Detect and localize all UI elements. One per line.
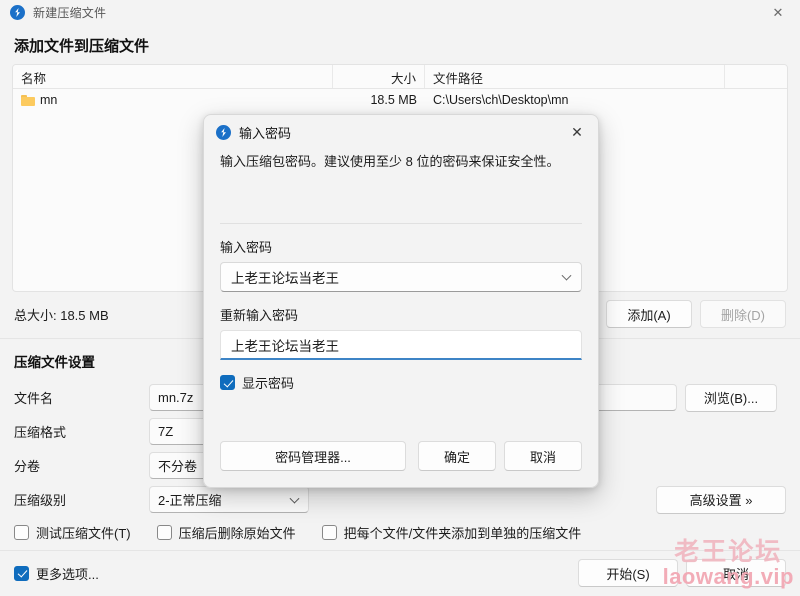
cell-size: 18.5 MB [333, 93, 425, 107]
browse-button[interactable]: 浏览(B)... [685, 384, 777, 412]
show-password-label: 显示密码 [242, 373, 294, 392]
checkbox-icon [322, 525, 337, 540]
checkbox-icon [157, 525, 172, 540]
password-label: 输入密码 [220, 237, 582, 256]
checkbox-separate-archives[interactable]: 把每个文件/文件夹添加到单独的压缩文件 [322, 523, 582, 542]
dialog-titlebar: 输入密码 ✕ [204, 115, 598, 149]
column-header-size[interactable]: 大小 [333, 65, 425, 88]
compression-level-select[interactable]: 2-正常压缩 [149, 486, 309, 513]
dialog-description: 输入压缩包密码。建议使用至少 8 位的密码来保证安全性。 [220, 151, 582, 170]
label-filename: 文件名 [14, 388, 149, 407]
dialog-body: 输入压缩包密码。建议使用至少 8 位的密码来保证安全性。 输入密码 上老王论坛当… [204, 149, 598, 487]
more-options-label: 更多选项... [36, 564, 99, 583]
label-volume: 分卷 [14, 456, 149, 475]
window-titlebar: 新建压缩文件 ✕ [0, 0, 800, 25]
column-header-extra[interactable] [725, 65, 787, 88]
file-list-header: 名称 大小 文件路径 [13, 65, 787, 89]
ok-button[interactable]: 确定 [418, 441, 496, 471]
options-checkbox-row: 测试压缩文件(T) 压缩后删除原始文件 把每个文件/文件夹添加到单独的压缩文件 [0, 517, 800, 550]
delete-button: 删除(D) [700, 300, 786, 328]
dialog-title: 输入密码 [239, 123, 291, 142]
start-button[interactable]: 开始(S) [578, 559, 678, 587]
dialog-button-row: 密码管理器... 确定 取消 [220, 441, 582, 487]
dialog-separator [220, 223, 582, 224]
folder-icon [21, 95, 35, 106]
file-name-text: mn [40, 93, 57, 107]
advanced-settings-button[interactable]: 高级设置 » [656, 486, 786, 514]
password-manager-button[interactable]: 密码管理器... [220, 441, 406, 471]
checkbox-icon [220, 375, 235, 390]
password-dialog: 输入密码 ✕ 输入压缩包密码。建议使用至少 8 位的密码来保证安全性。 输入密码… [203, 114, 599, 488]
confirm-password-label: 重新输入密码 [220, 305, 582, 324]
cell-path: C:\Users\ch\Desktop\mn [425, 93, 725, 107]
column-header-path[interactable]: 文件路径 [425, 65, 725, 88]
checkbox-label: 压缩后删除原始文件 [179, 523, 296, 542]
close-icon[interactable]: ✕ [556, 115, 598, 149]
archive-app-icon [10, 5, 25, 20]
checkbox-label: 把每个文件/文件夹添加到单独的压缩文件 [344, 523, 582, 542]
checkbox-more-options[interactable]: 更多选项... [14, 564, 99, 583]
close-icon[interactable]: ✕ [756, 0, 800, 25]
table-row[interactable]: mn 18.5 MB C:\Users\ch\Desktop\mn [13, 89, 787, 110]
column-header-name[interactable]: 名称 [13, 65, 333, 88]
password-input[interactable]: 上老王论坛当老王 [220, 262, 582, 292]
archive-app-icon [216, 125, 231, 140]
window-title: 新建压缩文件 [33, 4, 106, 21]
checkbox-icon [14, 566, 29, 581]
label-format: 压缩格式 [14, 422, 149, 441]
total-size-label: 总大小: 18.5 MB [14, 305, 109, 324]
window-footer: 更多选项... 开始(S) 取消 [0, 550, 800, 596]
confirm-password-input[interactable]: 上老王论坛当老王 [220, 330, 582, 360]
add-button[interactable]: 添加(A) [606, 300, 692, 328]
checkbox-show-password[interactable]: 显示密码 [220, 373, 582, 392]
page-title: 添加文件到压缩文件 [0, 25, 800, 64]
cell-name: mn [13, 93, 333, 107]
cancel-button[interactable]: 取消 [686, 559, 786, 587]
checkbox-test-archive[interactable]: 测试压缩文件(T) [14, 523, 131, 542]
label-level: 压缩级别 [14, 490, 149, 509]
dialog-cancel-button[interactable]: 取消 [504, 441, 582, 471]
checkbox-delete-after[interactable]: 压缩后删除原始文件 [157, 523, 296, 542]
checkbox-icon [14, 525, 29, 540]
checkbox-label: 测试压缩文件(T) [36, 523, 131, 542]
